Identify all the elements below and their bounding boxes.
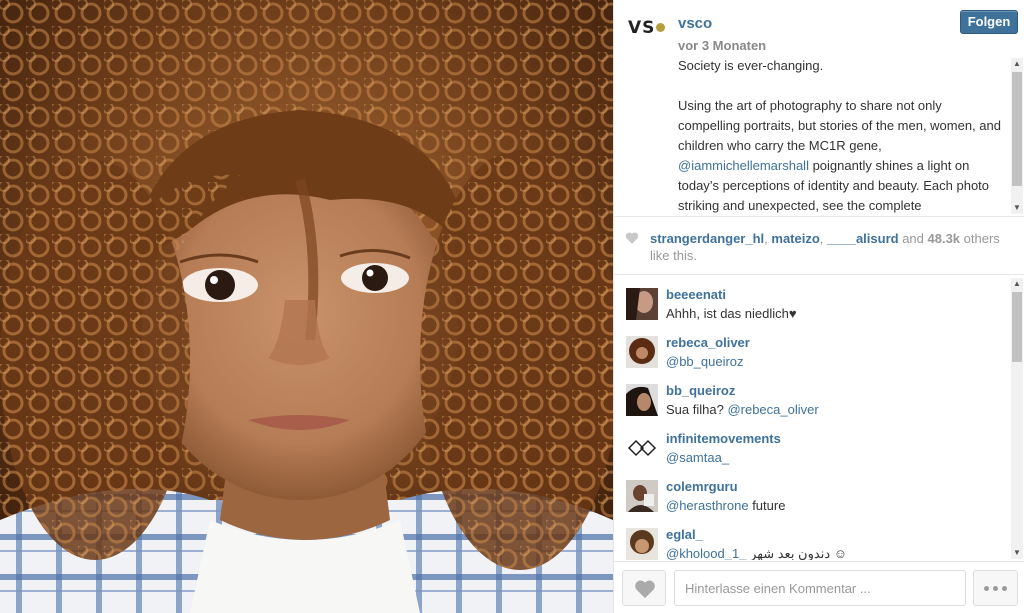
post-details-panel: VS vsco vor 3 Monaten Folgen Society is … <box>613 0 1024 613</box>
scroll-down-arrow[interactable]: ▼ <box>1011 547 1023 559</box>
comment-username[interactable]: colemrguru <box>666 479 738 494</box>
likes-section: strangerdanger_hl, mateizo, ____alisurd … <box>614 216 1024 275</box>
caption-scroll-thumb[interactable] <box>1012 72 1022 186</box>
comment-item: eglal_ @kholood_1_ دندون بعد شهر ☺ <box>614 518 1012 560</box>
comment-body: Sua filha? <box>666 402 728 417</box>
comment-mention-link[interactable]: @samtaa_ <box>666 450 729 465</box>
post-caption: Society is ever-changing. Using the art … <box>678 56 1006 214</box>
owner-avatar-text: VS <box>628 18 656 38</box>
scroll-up-arrow[interactable]: ▲ <box>1011 58 1023 70</box>
more-options-button[interactable] <box>973 570 1018 606</box>
post-time[interactable]: vor 3 Monaten <box>678 38 766 53</box>
comment-text: @herasthrone future <box>666 498 785 513</box>
comment-text: @kholood_1_ دندون بعد شهر ☺ <box>666 546 847 560</box>
comment-item: colemrguru @herasthrone future <box>614 470 1012 518</box>
heart-icon <box>625 232 639 244</box>
comments-scroll-thumb[interactable] <box>1012 292 1022 362</box>
comment-text: Ahhh, ist das niedlich♥ <box>666 306 797 321</box>
commenter-avatar[interactable] <box>626 288 658 320</box>
commenter-avatar[interactable] <box>626 336 658 368</box>
comment-footer <box>614 561 1024 613</box>
comment-mention-link[interactable]: @kholood_1_ <box>666 546 746 560</box>
caption-scrollbar[interactable]: ▲ ▼ <box>1011 58 1023 214</box>
comment-username[interactable]: infinitemovements <box>666 431 781 446</box>
like-button[interactable] <box>622 570 666 606</box>
comment-username[interactable]: bb_queiroz <box>666 383 735 398</box>
comment-username[interactable]: rebeca_oliver <box>666 335 750 350</box>
commenter-avatar[interactable] <box>626 384 658 416</box>
likes-separator: , <box>819 231 828 246</box>
heart-icon <box>635 580 655 599</box>
comment-item: bb_queiroz Sua filha? @rebeca_oliver <box>614 374 1012 422</box>
comment-body: دندون بعد شهر ☺ <box>746 546 848 560</box>
commenter-avatar[interactable] <box>626 480 658 512</box>
likes-count[interactable]: 48.3k <box>928 231 961 246</box>
owner-username[interactable]: vsco <box>678 15 712 32</box>
comment-body: future <box>748 498 786 513</box>
caption-mention-link[interactable]: @iammichellemarshall <box>678 158 809 173</box>
comment-item: rebeca_oliver @bb_queiroz <box>614 326 1012 374</box>
likes-and: and <box>898 231 928 246</box>
comments-list: beeeenati Ahhh, ist das niedlich♥ rebeca… <box>614 276 1012 560</box>
commenter-avatar[interactable] <box>626 432 658 464</box>
comment-mention-link[interactable]: @bb_queiroz <box>666 354 744 369</box>
comment-item: beeeenati Ahhh, ist das niedlich♥ <box>614 278 1012 326</box>
comment-text: Sua filha? @rebeca_oliver <box>666 402 819 417</box>
liker-link[interactable]: ____alisurd <box>827 231 899 246</box>
owner-avatar[interactable]: VS <box>628 18 666 46</box>
post-modal: VS vsco vor 3 Monaten Folgen Society is … <box>0 0 1024 613</box>
comment-mention-link[interactable]: @rebeca_oliver <box>727 402 818 417</box>
caption-paragraph-1: Society is ever-changing. <box>678 58 824 73</box>
comment-username[interactable]: eglal_ <box>666 527 703 542</box>
follow-button[interactable]: Folgen <box>960 10 1018 34</box>
comment-body: Ahhh, ist das niedlich♥ <box>666 306 797 321</box>
comment-text: @bb_queiroz <box>666 354 744 369</box>
caption-paragraph-2: Using the art of photography to share no… <box>678 98 1005 153</box>
post-photo[interactable] <box>0 0 613 613</box>
more-dots-icon <box>984 586 989 591</box>
scroll-up-arrow[interactable]: ▲ <box>1011 278 1023 290</box>
commenter-avatar[interactable] <box>626 528 658 560</box>
liker-link[interactable]: mateizo <box>771 231 819 246</box>
liker-link[interactable]: strangerdanger_hl <box>650 231 764 246</box>
comments-scrollbar[interactable]: ▲ ▼ <box>1011 278 1023 559</box>
avatar-dot-icon <box>656 22 666 32</box>
more-dots-icon <box>993 586 998 591</box>
comment-username[interactable]: beeeenati <box>666 287 726 302</box>
comment-mention-link[interactable]: @herasthrone <box>666 498 749 513</box>
comment-text: @samtaa_ <box>666 450 729 465</box>
portrait-image <box>0 0 613 613</box>
more-dots-icon <box>1002 586 1007 591</box>
comment-item: infinitemovements @samtaa_ <box>614 422 1012 470</box>
scroll-down-arrow[interactable]: ▼ <box>1011 202 1023 214</box>
likes-text: strangerdanger_hl, mateizo, ____alisurd … <box>650 230 1016 264</box>
comment-input[interactable] <box>674 570 966 606</box>
